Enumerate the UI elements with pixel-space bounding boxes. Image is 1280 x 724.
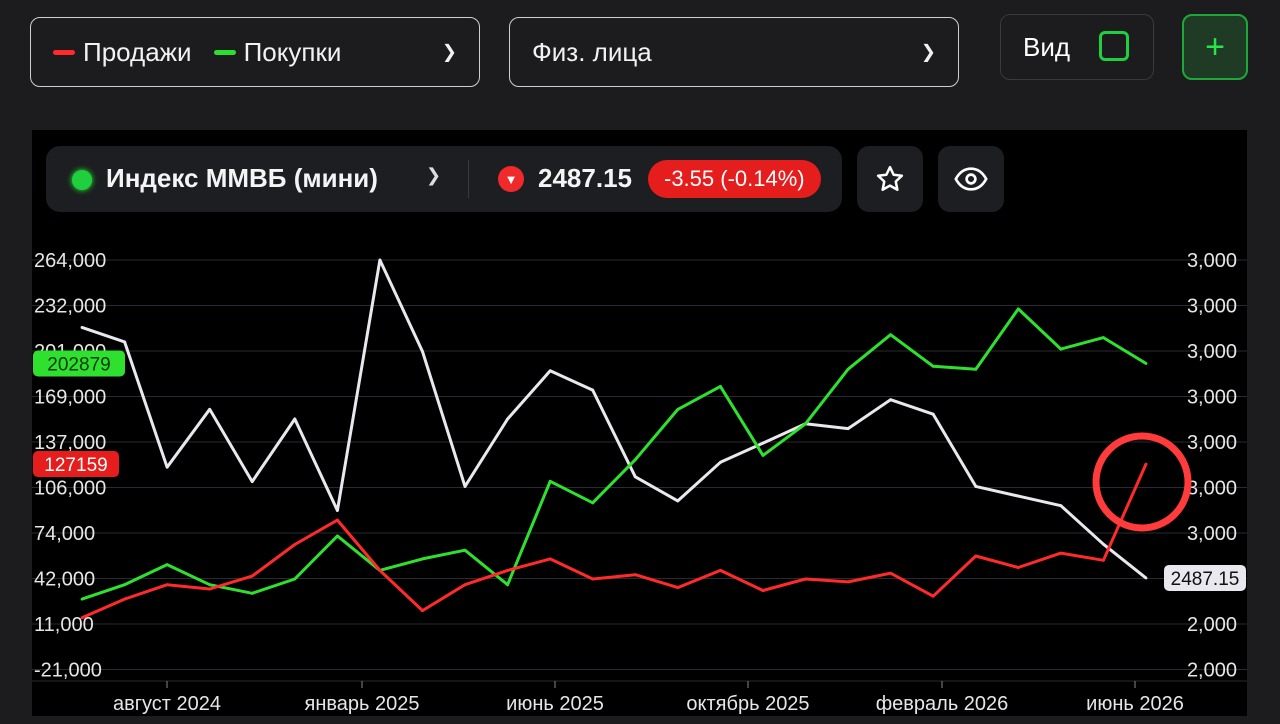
visibility-button[interactable] — [938, 146, 1004, 212]
price-change-badge: -3.55 (-0.14%) — [648, 160, 821, 198]
view-toggle[interactable]: Вид — [1000, 14, 1154, 80]
chevron-down-icon[interactable]: ❯ — [426, 165, 441, 186]
instrument-price: 2487.15 — [538, 163, 632, 193]
group-selector[interactable]: Физ. лица ❯ — [509, 17, 959, 87]
view-label: Вид — [1023, 31, 1071, 62]
instrument-name: Индекс ММВБ (мини) — [106, 163, 378, 193]
sales-legend-label: Продажи — [83, 36, 192, 67]
divider — [468, 160, 469, 198]
buys-legend-label: Покупки — [243, 36, 342, 67]
chevron-down-icon: ❯ — [920, 41, 936, 62]
group-selector-value: Физ. лица — [532, 36, 652, 67]
chart-panel — [32, 130, 1247, 716]
down-triangle-icon: ▼ — [498, 166, 524, 192]
series-selector[interactable]: Продажи Покупки ❯ — [30, 17, 480, 87]
favorite-button[interactable] — [857, 146, 923, 212]
plus-icon: + — [1205, 27, 1225, 66]
filter-bar: Продажи Покупки ❯ Физ. лица ❯ Вид + — [0, 0, 1280, 110]
sales-legend-dash — [53, 49, 75, 55]
eye-icon — [954, 167, 988, 191]
add-button[interactable]: + — [1182, 14, 1248, 80]
status-dot-icon — [72, 170, 92, 190]
chevron-down-icon: ❯ — [441, 41, 457, 62]
star-icon — [876, 165, 904, 191]
buys-legend-dash — [213, 49, 236, 55]
view-checkbox-icon — [1099, 31, 1129, 61]
